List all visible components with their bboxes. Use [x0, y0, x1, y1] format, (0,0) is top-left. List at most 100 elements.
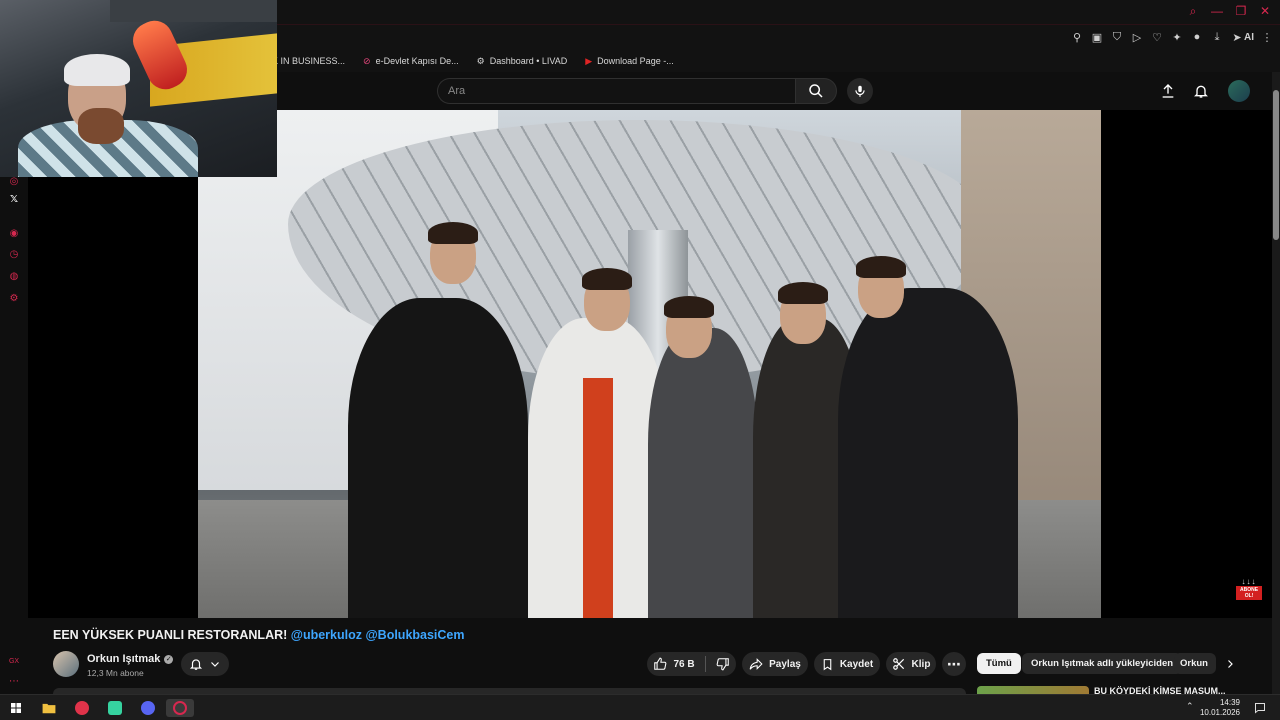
ai-button[interactable]: ➤ AI	[1230, 30, 1254, 44]
heart-icon[interactable]: ♡	[1150, 30, 1164, 44]
video-title: EEN YÜKSEK PUANLI RESTORANLAR! @uberkulo…	[53, 628, 465, 642]
windows-icon	[11, 703, 21, 713]
like-button[interactable]: 76 B	[653, 657, 695, 671]
minimize-icon[interactable]: —	[1210, 4, 1224, 18]
thumbs-down-icon	[716, 658, 729, 671]
taskbar-discord[interactable]	[137, 699, 159, 717]
video-hair	[664, 296, 714, 318]
clock-icon[interactable]: ◷	[8, 249, 20, 261]
voice-search-button[interactable]	[847, 78, 873, 104]
video-hair	[856, 256, 906, 278]
taskbar-app-green[interactable]	[104, 699, 126, 717]
x-icon[interactable]: 𝕏	[8, 194, 20, 206]
chip-orkun[interactable]: Orkun	[1174, 653, 1216, 674]
instagram-icon[interactable]: ◎	[8, 176, 20, 188]
video-title-text: EEN YÜKSEK PUANLI RESTORANLAR!	[53, 628, 291, 642]
bookmark-label: Dashboard • LIVAD	[489, 56, 568, 66]
save-label: Kaydet	[839, 658, 874, 670]
mention-link[interactable]: @BolukbasiCem	[365, 628, 464, 642]
taskbar-opera-gx[interactable]	[166, 699, 194, 717]
edevlet-icon: ⊘	[363, 55, 371, 66]
chip-label: Tümü	[986, 658, 1012, 669]
play-icon[interactable]: ▷	[1130, 30, 1144, 44]
bookmark-download[interactable]: ▶ Download Page -...	[585, 56, 673, 67]
ai-label: AI	[1244, 31, 1254, 43]
taskbar-app-red[interactable]	[71, 699, 93, 717]
window-controls: ⌕ — ❐ ✕	[1186, 4, 1272, 18]
video-person	[838, 288, 1018, 618]
opera-gx-icon	[173, 701, 187, 715]
taskbar-clock[interactable]: 14:39 10.01.2026	[1200, 698, 1240, 718]
more-actions-button[interactable]: ⋯	[942, 652, 966, 676]
bookmark-icon	[823, 658, 832, 670]
clip-label: Klip	[911, 658, 931, 670]
chip-uploader[interactable]: Orkun Işıtmak adlı yükleyiciden	[1022, 653, 1183, 674]
compass-icon[interactable]: ◉	[8, 228, 20, 240]
puzzle-icon[interactable]: ✦	[1170, 30, 1184, 44]
recommendation-thumbnail[interactable]	[977, 686, 1089, 694]
bookmark-business[interactable]: K IN BUSINESS...	[272, 56, 345, 66]
download-icon[interactable]: ⤓	[1210, 30, 1224, 44]
pin-icon[interactable]: ⚲	[1070, 30, 1084, 44]
subscribe-watermark[interactable]: ↓↓↓ ABONE OL!	[1236, 578, 1262, 602]
video-hair	[778, 282, 828, 304]
gx-icon[interactable]: GX	[8, 656, 20, 668]
upload-icon	[1162, 84, 1174, 98]
chip-all[interactable]: Tümü	[977, 653, 1021, 674]
screenshot-icon[interactable]: ▣	[1090, 30, 1104, 44]
more-icon[interactable]: ⋯	[8, 676, 20, 688]
video-person	[648, 328, 758, 618]
app-square-icon	[108, 701, 122, 715]
scrollbar-thumb[interactable]	[1273, 90, 1279, 240]
dislike-button[interactable]	[716, 657, 730, 671]
tray-chevron-icon[interactable]: ⌃	[1186, 701, 1196, 713]
profile-icon[interactable]: ●	[1190, 30, 1204, 44]
search-placeholder: Ara	[448, 85, 466, 97]
bell-icon	[189, 659, 203, 670]
channel-avatar[interactable]	[53, 651, 79, 677]
notifications-button[interactable]	[1191, 81, 1211, 101]
mention-link[interactable]: @uberkuloz	[291, 628, 362, 642]
search-button[interactable]	[795, 78, 837, 104]
subscribed-notifications-button[interactable]	[181, 652, 229, 676]
webcam-overlay	[0, 0, 277, 177]
clip-button[interactable]: Klip	[886, 652, 936, 676]
watermark-arrows: ↓↓↓	[1241, 577, 1257, 586]
shield-icon[interactable]: ⛉	[1110, 30, 1124, 44]
start-button[interactable]	[5, 699, 27, 717]
bell-icon	[1194, 85, 1208, 98]
channel-name-text: Orkun Işıtmak	[87, 653, 161, 665]
bookmark-edevlet[interactable]: ⊘ e-Devlet Kapısı De...	[363, 56, 459, 67]
like-dislike-group: 76 B	[647, 652, 736, 676]
save-button[interactable]: Kaydet	[814, 652, 880, 676]
menu-icon[interactable]: ⋮	[1260, 30, 1274, 44]
watermark-label: ABONE OL!	[1236, 586, 1262, 600]
send-icon: ➤	[1232, 31, 1242, 44]
taskbar-file-explorer[interactable]	[38, 699, 60, 717]
verified-icon: ✓	[164, 654, 174, 664]
chips-next-button[interactable]	[1221, 655, 1239, 673]
channel-name[interactable]: Orkun Işıtmak ✓	[87, 653, 174, 665]
search-icon[interactable]: ⌕	[1186, 4, 1200, 18]
share-label: Paylaş	[769, 658, 801, 670]
upload-button[interactable]	[1158, 81, 1178, 101]
account-avatar[interactable]	[1228, 80, 1250, 102]
video-frame[interactable]	[198, 110, 1101, 618]
dashboard-icon: ⚙	[476, 55, 485, 66]
bookmark-dashboard[interactable]: ⚙ Dashboard • LIVAD	[477, 56, 568, 67]
restore-icon[interactable]: ❐	[1234, 4, 1248, 18]
chat-icon[interactable]: ◍	[8, 271, 20, 283]
share-button[interactable]: Paylaş	[742, 652, 808, 676]
notification-icon[interactable]	[1254, 701, 1266, 714]
video-hair	[428, 222, 478, 244]
thumbs-up-icon	[654, 657, 667, 670]
close-icon[interactable]: ✕	[1258, 4, 1272, 18]
search-input[interactable]: Ara	[437, 78, 795, 104]
webcam-cap	[64, 54, 130, 86]
settings-icon[interactable]: ⚙	[8, 293, 20, 305]
discord-icon	[141, 701, 155, 715]
like-separator	[704, 656, 706, 672]
tab-divider	[277, 24, 1280, 25]
subscriber-count: 12,3 Mn abone	[87, 668, 144, 678]
chip-label: Orkun	[1180, 658, 1208, 669]
